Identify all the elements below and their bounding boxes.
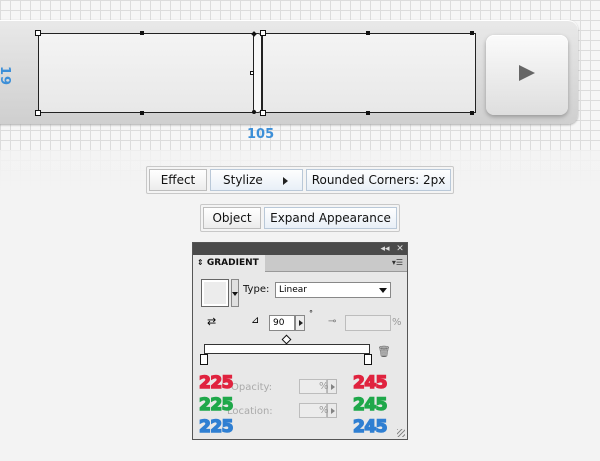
chevron-down-icon: [232, 292, 238, 296]
anchor-point[interactable]: [140, 31, 144, 35]
panel-titlebar[interactable]: ◂◂ ✕: [193, 243, 407, 255]
left-stop-blue-value: 225: [198, 416, 234, 438]
menu-item-object[interactable]: Object: [203, 207, 261, 229]
aspect-ratio-input: [345, 315, 391, 331]
width-dimension-label: 105: [247, 127, 275, 142]
chevron-down-icon: [379, 288, 387, 293]
tab-gradient[interactable]: ⇕ GRADIENT: [193, 255, 265, 272]
gradient-stop-left[interactable]: [200, 354, 208, 365]
gradient-slider[interactable]: [204, 344, 370, 354]
menu-item-stylize[interactable]: Stylize: [210, 169, 303, 191]
menu-item-rounded-corners[interactable]: Rounded Corners: 2px: [306, 169, 451, 191]
height-dimension-label: 19: [0, 66, 12, 87]
type-select[interactable]: Linear: [275, 282, 391, 298]
anchor-point[interactable]: [366, 31, 370, 35]
location-label: Location:: [227, 406, 273, 417]
degree-symbol: °: [309, 309, 313, 318]
percent-label: %: [392, 317, 402, 328]
gradient-stop-right[interactable]: [364, 354, 372, 365]
selection-handle[interactable]: [260, 110, 266, 116]
left-stop-red-value: 225: [198, 372, 234, 394]
text-field-left[interactable]: [38, 33, 256, 113]
type-label: Type:: [243, 284, 270, 295]
resize-grip-icon[interactable]: [397, 429, 405, 437]
aspect-ratio-icon: ⊸: [328, 316, 337, 327]
menu-item-effect[interactable]: Effect: [149, 169, 207, 191]
opacity-label: Opacity:: [231, 382, 273, 393]
collapse-icon[interactable]: ◂◂: [380, 244, 390, 254]
submenu-arrow-icon: [283, 177, 288, 185]
gradient-panel: ◂◂ ✕ ▾☰ ⇕ GRADIENT Type: Linear ⇄ ⊿ 90 °…: [192, 242, 408, 440]
anchor-point[interactable]: [250, 71, 254, 75]
right-stop-green-value: 245: [352, 394, 388, 416]
selection-handle[interactable]: [260, 30, 266, 36]
anchor-point[interactable]: [470, 111, 474, 115]
menu-path-object: Object Expand Appearance: [200, 204, 400, 232]
anchor-point[interactable]: [470, 31, 474, 35]
selection-handle[interactable]: [35, 110, 41, 116]
gradient-swatch[interactable]: [201, 279, 229, 307]
menu-path-effect: Effect Stylize Rounded Corners: 2px: [146, 166, 454, 194]
text-field-right[interactable]: [262, 33, 476, 113]
type-select-value: Linear: [279, 285, 307, 295]
percent-label: %: [319, 405, 329, 416]
panel-tabstrip: ▾☰: [265, 255, 407, 272]
panel-menu-icon[interactable]: ▾☰: [392, 258, 403, 267]
tab-toggle-icon: ⇕: [197, 258, 204, 267]
menu-item-label: Stylize: [223, 173, 263, 187]
anchor-point[interactable]: [140, 111, 144, 115]
midpoint-diamond[interactable]: [281, 334, 292, 345]
trash-icon[interactable]: 🗑: [377, 345, 391, 358]
selection-handle[interactable]: [35, 30, 41, 36]
percent-label: %: [319, 381, 329, 392]
play-icon: [519, 65, 535, 81]
angle-input[interactable]: 90: [269, 315, 295, 331]
close-icon[interactable]: ✕: [395, 244, 405, 254]
menu-item-expand-appearance[interactable]: Expand Appearance: [264, 207, 397, 229]
anchor-point[interactable]: [366, 111, 370, 115]
angle-icon: ⊿: [251, 315, 260, 326]
selected-divider[interactable]: [253, 33, 262, 113]
reverse-gradient-icon[interactable]: ⇄: [207, 315, 216, 328]
anchor-point[interactable]: [252, 110, 256, 114]
right-stop-blue-value: 245: [352, 416, 388, 438]
angle-stepper[interactable]: [295, 315, 305, 331]
tab-gradient-label: GRADIENT: [206, 258, 259, 268]
left-stop-green-value: 225: [198, 394, 234, 416]
right-stop-red-value: 245: [352, 372, 388, 394]
swatch-dropdown[interactable]: [231, 279, 239, 307]
